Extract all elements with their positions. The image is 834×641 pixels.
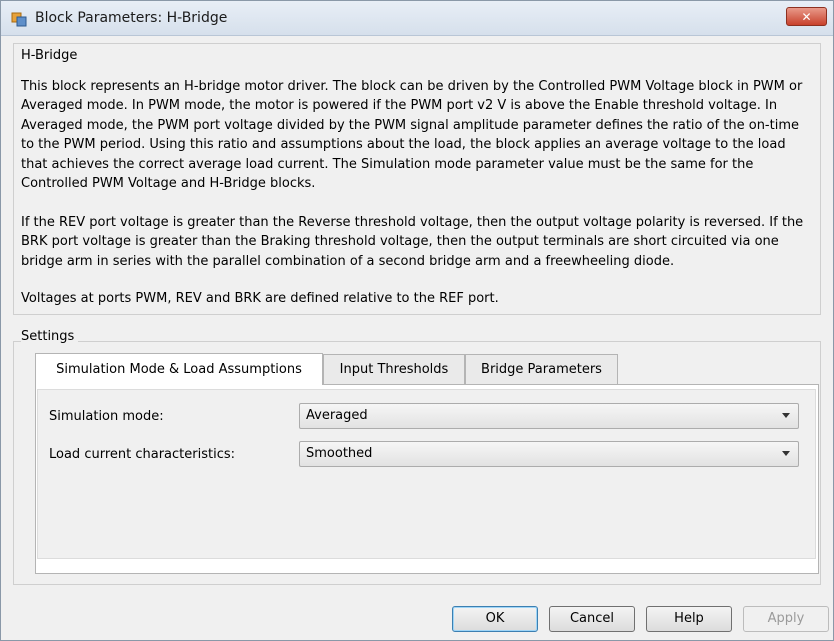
simulation-mode-label: Simulation mode: bbox=[49, 409, 164, 424]
settings-group-label: Settings bbox=[21, 329, 79, 344]
description-paragraph-1: This block represents an H-bridge motor … bbox=[21, 79, 803, 192]
ok-button[interactable]: OK bbox=[452, 606, 538, 632]
simulation-mode-dropdown[interactable]: Averaged bbox=[299, 403, 799, 429]
help-button[interactable]: Help bbox=[646, 606, 732, 632]
dialog-window: Block Parameters: H-Bridge ✕ H-Bridge Th… bbox=[0, 0, 834, 641]
load-current-dropdown[interactable]: Smoothed bbox=[299, 441, 799, 467]
title-bar[interactable]: Block Parameters: H-Bridge ✕ bbox=[1, 1, 833, 36]
description-paragraph-3: Voltages at ports PWM, REV and BRK are d… bbox=[21, 291, 499, 306]
simulation-mode-value: Averaged bbox=[306, 408, 368, 423]
description-group-label: H-Bridge bbox=[21, 48, 78, 63]
simulink-block-icon bbox=[11, 12, 27, 27]
tab-bridge-parameters[interactable]: Bridge Parameters bbox=[465, 354, 618, 384]
apply-button[interactable]: Apply bbox=[743, 606, 829, 632]
dropdown-arrow-icon bbox=[782, 413, 790, 418]
window-title: Block Parameters: H-Bridge bbox=[35, 10, 228, 26]
load-current-label: Load current characteristics: bbox=[49, 447, 235, 462]
cancel-button[interactable]: Cancel bbox=[549, 606, 635, 632]
description-paragraph-2: If the REV port voltage is greater than … bbox=[21, 215, 804, 269]
tab-input-thresholds[interactable]: Input Thresholds bbox=[323, 354, 465, 384]
tab-simulation-mode[interactable]: Simulation Mode & Load Assumptions bbox=[35, 353, 323, 385]
dropdown-arrow-icon bbox=[782, 451, 790, 456]
close-button[interactable]: ✕ bbox=[786, 7, 827, 26]
load-current-value: Smoothed bbox=[306, 446, 373, 461]
